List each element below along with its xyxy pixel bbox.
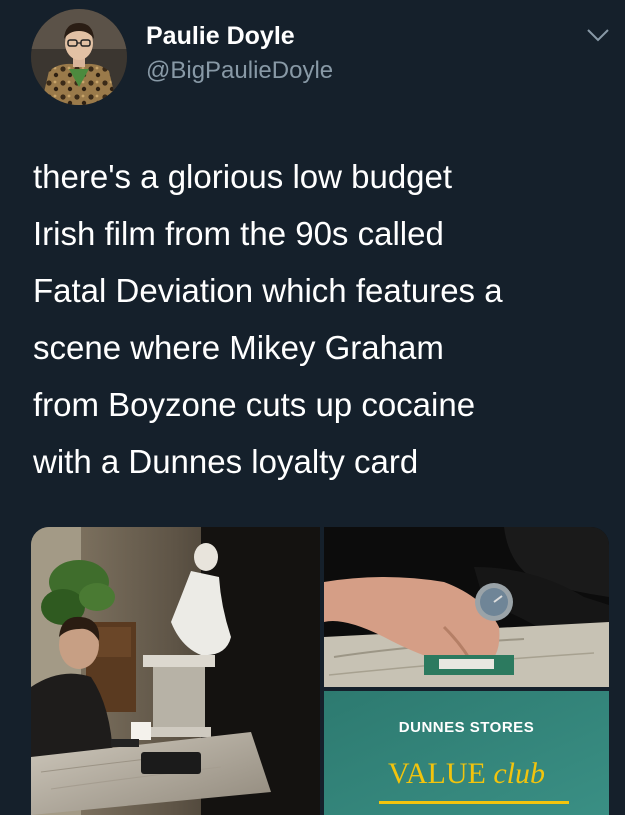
tweet-text-line: scene where Mikey Graham — [33, 329, 444, 366]
card-brand: VALUE club — [324, 757, 609, 791]
card-store-name: DUNNES STORES — [398, 719, 535, 736]
media-grid: DUNNES STORES VALUE club — [31, 527, 609, 815]
tweet-text-line: there's a glorious low budget — [33, 158, 453, 195]
card-underline — [379, 801, 569, 804]
chevron-down-icon[interactable] — [585, 26, 611, 44]
tweet-text-line: from Boyzone cuts up cocaine — [33, 386, 476, 423]
display-name[interactable]: Paulie Doyle — [146, 22, 295, 51]
card-background — [324, 691, 609, 815]
card-brand-italic: club — [493, 757, 545, 790]
media-photo-value-club-card[interactable]: DUNNES STORES VALUE club — [324, 691, 609, 815]
tweet-card: Paulie Doyle @BigPaulieDoyle there's a g… — [0, 0, 625, 815]
tweet-text-line: Irish film from the 90s called — [33, 215, 444, 252]
avatar-photo — [31, 9, 127, 105]
tweet-text-line: with a Dunnes loyalty card — [33, 443, 419, 480]
card-brand-main: VALUE — [388, 757, 486, 790]
media-photo-hand[interactable] — [324, 527, 609, 687]
user-handle[interactable]: @BigPaulieDoyle — [146, 57, 333, 85]
tweet-text: there's a glorious low budget Irish film… — [33, 148, 613, 490]
tweet-text-line: Fatal Deviation which features a — [33, 272, 503, 309]
media-photo-room[interactable] — [31, 527, 320, 815]
avatar[interactable] — [31, 9, 127, 105]
